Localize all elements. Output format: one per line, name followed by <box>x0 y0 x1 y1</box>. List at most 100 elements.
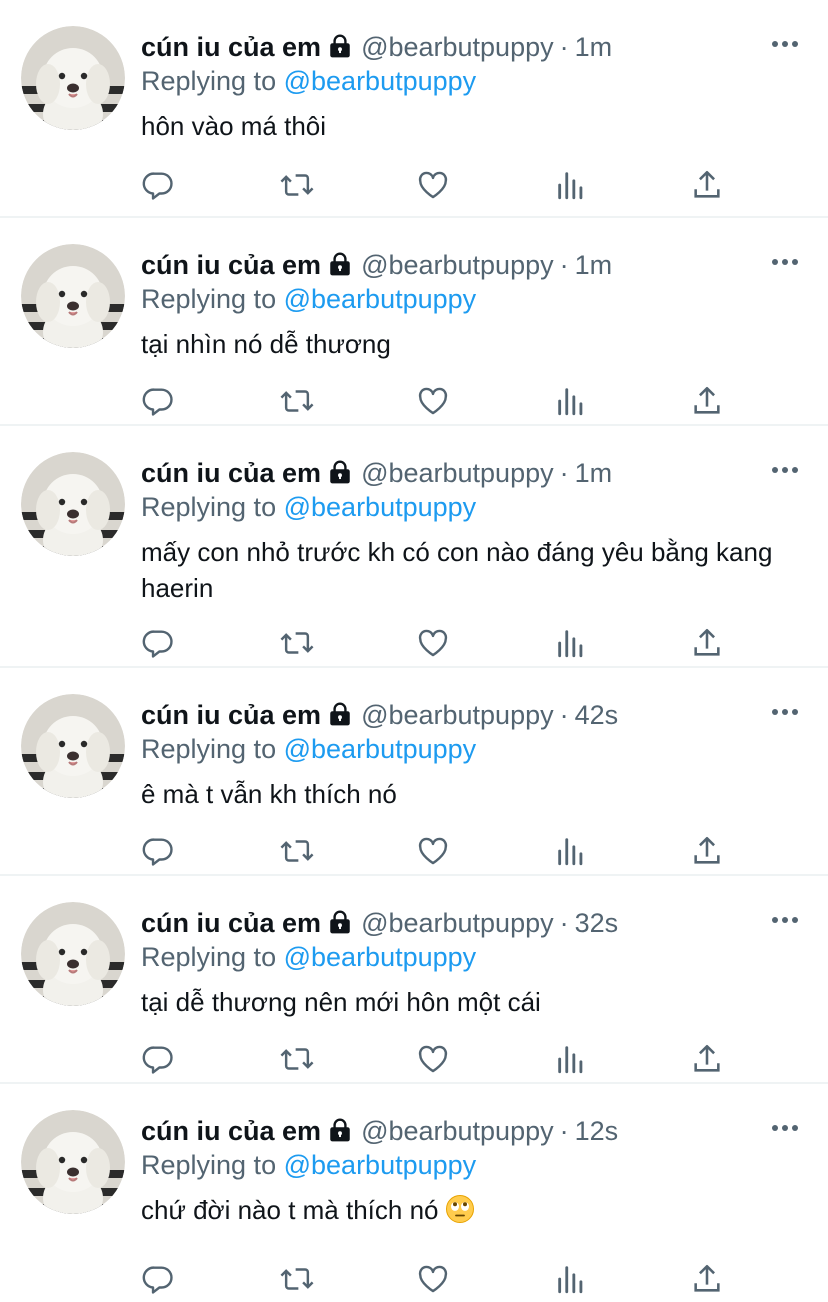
avatar[interactable] <box>21 26 125 130</box>
reply-icon <box>141 834 175 868</box>
display-name[interactable]: cún iu của em <box>141 1116 321 1146</box>
replying-to-mention[interactable]: @bearbutpuppy <box>284 66 477 96</box>
views-button[interactable] <box>554 168 588 202</box>
user-handle[interactable]: @bearbutpuppy <box>361 32 554 62</box>
replying-to-mention[interactable]: @bearbutpuppy <box>284 284 477 314</box>
avatar[interactable] <box>21 694 125 798</box>
like-button[interactable] <box>416 168 450 202</box>
retweet-button[interactable] <box>278 384 314 418</box>
replying-to-label: Replying to <box>141 942 277 972</box>
display-name[interactable]: cún iu của em <box>141 32 321 62</box>
share-button[interactable] <box>690 834 724 868</box>
avatar[interactable] <box>21 1110 125 1214</box>
reply-button[interactable] <box>141 626 175 660</box>
tweet-text-content: hôn vào má thôi <box>141 111 327 141</box>
views-button[interactable] <box>554 384 588 418</box>
timestamp[interactable]: 1m <box>575 458 613 488</box>
user-handle[interactable]: @bearbutpuppy <box>361 1116 554 1146</box>
like-button[interactable] <box>416 1262 450 1296</box>
replying-to-mention[interactable]: @bearbutpuppy <box>284 942 477 972</box>
replying-to-mention[interactable]: @bearbutpuppy <box>284 734 477 764</box>
retweet-button[interactable] <box>278 1042 314 1076</box>
reply-button[interactable] <box>141 834 175 868</box>
like-button[interactable] <box>416 1042 450 1076</box>
tweet-text-content: ê mà t vẫn kh thích nó <box>141 779 397 809</box>
replying-to-mention[interactable]: @bearbutpuppy <box>284 492 477 522</box>
share-button[interactable] <box>690 168 724 202</box>
timestamp[interactable]: 42s <box>575 700 619 730</box>
like-button[interactable] <box>416 626 450 660</box>
display-name[interactable]: cún iu của em <box>141 458 321 488</box>
share-icon <box>690 168 724 202</box>
share-icon <box>690 1262 724 1296</box>
timestamp[interactable]: 1m <box>575 32 613 62</box>
timestamp[interactable]: 12s <box>575 1116 619 1146</box>
tweet-actions <box>141 834 741 868</box>
share-button[interactable] <box>690 1042 724 1076</box>
views-button[interactable] <box>554 1042 588 1076</box>
tweet[interactable]: cún iu của em @bearbutpuppy · 1m Replying to… <box>0 426 828 668</box>
tweet-actions <box>141 1042 741 1076</box>
reply-button[interactable] <box>141 168 175 202</box>
tweet-header: cún iu của em @bearbutpuppy · 42s <box>141 698 618 732</box>
tweet-header: cún iu của em @bearbutpuppy · 1m <box>141 248 612 282</box>
tweet-actions <box>141 168 741 202</box>
user-handle[interactable]: @bearbutpuppy <box>361 250 554 280</box>
views-button[interactable] <box>554 1262 588 1296</box>
reply-button[interactable] <box>141 384 175 418</box>
retweet-button[interactable] <box>278 626 314 660</box>
avatar[interactable] <box>21 452 125 556</box>
reply-icon <box>141 626 175 660</box>
more-options-icon[interactable] <box>770 1116 800 1140</box>
more-options-icon[interactable] <box>770 458 800 482</box>
avatar[interactable] <box>21 244 125 348</box>
tweet[interactable]: cún iu của em @bearbutpuppy · 12s Replying t… <box>0 1084 828 1302</box>
like-button[interactable] <box>416 834 450 868</box>
timestamp[interactable]: 32s <box>575 908 619 938</box>
tweet[interactable]: cún iu của em @bearbutpuppy · 42s Replying t… <box>0 668 828 876</box>
timestamp[interactable]: 1m <box>575 250 613 280</box>
retweet-button[interactable] <box>278 834 314 868</box>
share-icon <box>690 834 724 868</box>
reply-button[interactable] <box>141 1042 175 1076</box>
more-options-icon[interactable] <box>770 32 800 56</box>
replying-to-mention[interactable]: @bearbutpuppy <box>284 1150 477 1180</box>
heart-icon <box>416 626 450 660</box>
replying-to: Replying to @bearbutpuppy <box>141 282 476 316</box>
like-button[interactable] <box>416 384 450 418</box>
views-button[interactable] <box>554 626 588 660</box>
separator-dot: · <box>559 32 569 62</box>
avatar[interactable] <box>21 902 125 1006</box>
analytics-icon <box>554 1042 588 1076</box>
user-handle[interactable]: @bearbutpuppy <box>361 458 554 488</box>
lock-icon <box>327 701 353 735</box>
separator-dot: · <box>559 700 569 730</box>
share-button[interactable] <box>690 384 724 418</box>
more-options-icon[interactable] <box>770 700 800 724</box>
tweet[interactable]: cún iu của em @bearbutpuppy · 1m Replying to… <box>0 218 828 426</box>
views-button[interactable] <box>554 834 588 868</box>
share-icon <box>690 384 724 418</box>
tweet-text: tại nhìn nó dễ thương <box>141 326 801 362</box>
more-options-icon[interactable] <box>770 250 800 274</box>
user-handle[interactable]: @bearbutpuppy <box>361 908 554 938</box>
display-name[interactable]: cún iu của em <box>141 250 321 280</box>
retweet-icon <box>278 834 314 868</box>
analytics-icon <box>554 168 588 202</box>
tweet[interactable]: cún iu của em @bearbutpuppy · 32s Replying t… <box>0 876 828 1084</box>
retweet-button[interactable] <box>278 168 314 202</box>
avatar-image <box>21 902 125 1006</box>
more-options-icon[interactable] <box>770 908 800 932</box>
reply-button[interactable] <box>141 1262 175 1296</box>
user-handle[interactable]: @bearbutpuppy <box>361 700 554 730</box>
retweet-button[interactable] <box>278 1262 314 1296</box>
display-name[interactable]: cún iu của em <box>141 700 321 730</box>
tweet[interactable]: cún iu của em @bearbutpuppy · 1m Replying to… <box>0 0 828 218</box>
tweet-text-content: mấy con nhỏ trước kh có con nào đáng yêu… <box>141 537 773 603</box>
share-button[interactable] <box>690 1262 724 1296</box>
share-button[interactable] <box>690 626 724 660</box>
replying-to-label: Replying to <box>141 66 277 96</box>
replying-to: Replying to @bearbutpuppy <box>141 490 476 524</box>
display-name[interactable]: cún iu của em <box>141 908 321 938</box>
retweet-icon <box>278 1042 314 1076</box>
